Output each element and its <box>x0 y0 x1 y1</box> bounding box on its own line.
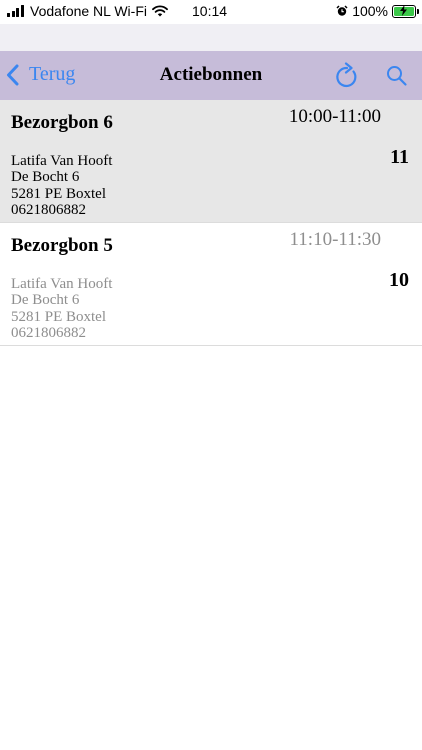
order-quantity: 10 <box>389 269 409 291</box>
customer-street: De Bocht 6 <box>11 292 80 309</box>
alarm-icon <box>336 5 348 16</box>
signal-icon <box>7 5 25 17</box>
refresh-button[interactable] <box>334 62 360 95</box>
order-time: 11:10-11:30 <box>289 229 381 250</box>
order-address: Latifa Van Hooft De Bocht 6 5281 PE Boxt… <box>11 276 112 341</box>
order-title: Bezorgbon 6 <box>11 112 113 133</box>
status-right: 100% <box>336 3 419 19</box>
search-button[interactable] <box>386 65 408 92</box>
order-address: Latifa Van Hooft De Bocht 6 5281 PE Boxt… <box>11 153 112 218</box>
order-row[interactable]: Bezorgbon 5 11:10-11:30 10 Latifa Van Ho… <box>0 223 422 346</box>
wifi-icon <box>152 5 168 17</box>
battery-percentage: 100% <box>352 3 388 19</box>
toolbar-spacer <box>0 24 422 51</box>
order-time: 10:00-11:00 <box>288 106 381 127</box>
customer-city: 5281 PE Boxtel <box>11 308 107 325</box>
nav-bar: Terug Actiebonnen <box>0 51 422 100</box>
customer-street: De Bocht 6 <box>11 169 80 186</box>
customer-phone: 0621806882 <box>11 324 86 341</box>
order-title: Bezorgbon 5 <box>11 235 113 256</box>
customer-city: 5281 PE Boxtel <box>11 185 107 202</box>
back-label: Terug <box>29 63 76 85</box>
refresh-icon <box>336 62 357 88</box>
status-time: 10:14 <box>192 3 228 19</box>
battery-charging-icon <box>392 4 419 18</box>
order-list: Bezorgbon 6 10:00-11:00 11 Latifa Van Ho… <box>0 100 422 346</box>
back-button[interactable]: Terug <box>6 63 75 86</box>
customer-phone: 0621806882 <box>11 201 86 218</box>
status-left: Vodafone NL Wi-Fi <box>7 3 168 19</box>
order-row[interactable]: Bezorgbon 6 10:00-11:00 11 Latifa Van Ho… <box>0 100 422 223</box>
customer-name: Latifa Van Hooft <box>11 276 113 292</box>
status-bar: Vodafone NL Wi-Fi 10:14 100% <box>0 0 422 24</box>
search-icon <box>387 66 407 86</box>
order-quantity: 11 <box>390 146 409 168</box>
carrier-label: Vodafone NL Wi-Fi <box>30 3 147 19</box>
customer-name: Latifa Van Hooft <box>11 153 113 169</box>
chevron-left-icon <box>7 64 19 85</box>
